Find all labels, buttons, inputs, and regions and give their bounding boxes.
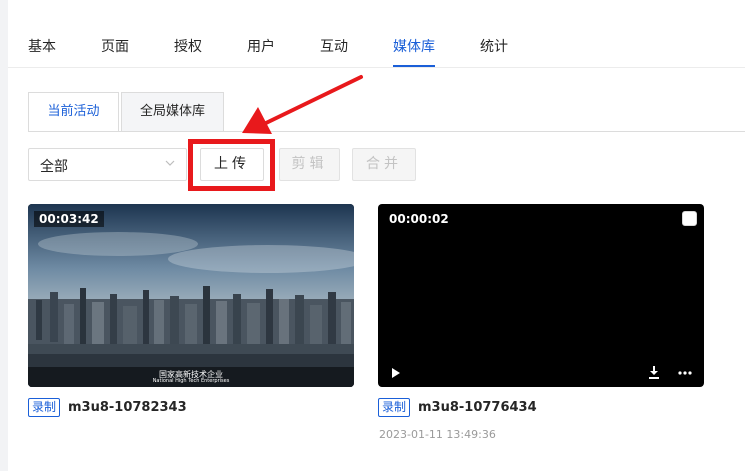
record-tag-2: 录制 [378, 398, 411, 417]
video-select-checkbox[interactable] [682, 211, 697, 226]
upload-button[interactable]: 上传 [200, 148, 264, 181]
video-thumbnail-2[interactable]: 00:00:02 [378, 204, 704, 387]
filter-select[interactable]: 全部 [28, 148, 187, 181]
tab-page[interactable]: 页面 [101, 36, 129, 56]
video-duration-2: 00:00:02 [384, 211, 454, 227]
filter-select-value: 全部 [40, 159, 68, 175]
media-library-panel: 基本 页面 授权 用户 互动 媒体库 统计 当前活动 全局媒体库 全部 上传 剪… [8, 0, 745, 471]
video-caption-en: National High Tech Enterprises [152, 378, 230, 384]
subtab-divider [28, 131, 745, 132]
subtab-global-media-library[interactable]: 全局媒体库 [121, 92, 224, 132]
active-tab-indicator [393, 65, 435, 67]
play-icon[interactable] [391, 367, 401, 379]
tab-authorization[interactable]: 授权 [174, 36, 202, 56]
video-name-2: m3u8-10776434 [418, 400, 537, 415]
tab-interaction[interactable]: 互动 [320, 36, 348, 56]
edit-button[interactable]: 剪辑 [279, 148, 340, 181]
top-nav: 基本 页面 授权 用户 互动 媒体库 统计 [8, 0, 745, 68]
chevron-down-icon [165, 160, 175, 166]
video-name-1: m3u8-10782343 [68, 400, 187, 415]
video-thumbnail-1[interactable]: 00:03:42 国家高新技术企业 National High Tech Ent… [28, 204, 354, 387]
video-date-2: 2023-01-11 13:49:36 [379, 428, 496, 441]
video-duration-1: 00:03:42 [34, 211, 104, 227]
tab-users[interactable]: 用户 [247, 36, 275, 56]
tab-basic[interactable]: 基本 [28, 36, 56, 56]
tab-statistics[interactable]: 统计 [480, 36, 508, 56]
download-icon[interactable] [648, 366, 660, 379]
more-options-icon[interactable] [678, 371, 692, 375]
record-tag-1: 录制 [28, 398, 61, 417]
merge-button[interactable]: 合并 [352, 148, 416, 181]
city-skyline-image [28, 204, 354, 387]
tab-media-library[interactable]: 媒体库 [393, 36, 435, 56]
subtab-current-activity[interactable]: 当前活动 [28, 92, 119, 132]
